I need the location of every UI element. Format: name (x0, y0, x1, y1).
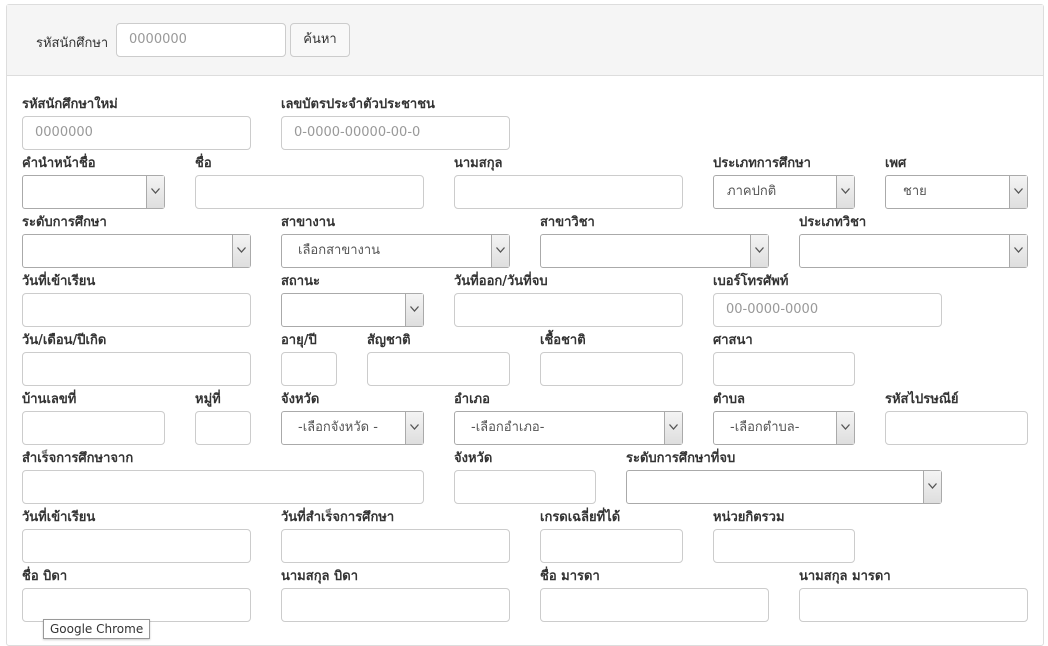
status-label: สถานะ (281, 274, 320, 289)
nationality-input[interactable] (367, 352, 510, 386)
major-label: สาขาวิชา (540, 215, 595, 230)
leave-date-input[interactable] (454, 293, 683, 327)
search-button[interactable]: ค้นหา (290, 23, 350, 57)
religion-label: ศาสนา (713, 333, 753, 348)
prefix-select[interactable] (22, 175, 165, 209)
province-label: จังหวัด (281, 392, 320, 407)
birth-date-input[interactable] (22, 352, 251, 386)
father-last-name-label: นามสกุล บิดา (281, 569, 359, 584)
grad-level-label: ระดับการศึกษาที่จบ (626, 451, 736, 466)
department-select[interactable]: เลือกสาขางาน (281, 234, 510, 268)
grad-level-select[interactable] (626, 470, 942, 504)
chevron-down-icon (232, 235, 250, 267)
citizen-id-label: เลขบัตรประจำตัวประชาชน (281, 97, 435, 112)
phone-label: เบอร์โทรศัพท์ (713, 274, 789, 289)
chevron-down-icon (836, 176, 854, 208)
gpa-input[interactable] (540, 529, 683, 563)
enroll-date-2-label: วันที่เข้าเรียน (22, 510, 96, 525)
total-credits-label: หน่วยกิตรวม (713, 510, 785, 525)
chevron-down-icon (146, 176, 164, 208)
enroll-date-input[interactable] (22, 293, 251, 327)
mother-name-label: ชื่อ มารดา (540, 569, 600, 584)
district-select[interactable]: -เลือกอำเภอ- (454, 411, 683, 445)
village-no-label: หมู่ที่ (195, 392, 221, 407)
education-level-label: ระดับการศึกษา (22, 215, 107, 230)
gender-label: เพศ (885, 156, 907, 171)
chevron-down-icon (405, 294, 423, 326)
last-name-input[interactable] (454, 175, 683, 209)
father-last-name-input[interactable] (281, 588, 510, 622)
status-select[interactable] (281, 293, 424, 327)
mother-last-name-input[interactable] (799, 588, 1028, 622)
search-student-id-input[interactable]: 0000000 (116, 23, 286, 57)
study-type-select[interactable]: ภาคปกติ (713, 175, 855, 209)
mother-last-name-label: นามสกุล มารดา (799, 569, 891, 584)
phone-input[interactable]: 00-0000-0000 (713, 293, 942, 327)
chevron-down-icon (664, 412, 682, 444)
province-select[interactable]: -เลือกจังหวัด - (281, 411, 424, 445)
leave-date-label: วันที่ออก/วันที่จบ (454, 274, 548, 289)
department-label: สาขางาน (281, 215, 335, 230)
chevron-down-icon (750, 235, 768, 267)
subject-type-label: ประเภทวิชา (799, 215, 867, 230)
first-name-input[interactable] (195, 175, 424, 209)
graduated-from-label: สำเร็จการศึกษาจาก (22, 451, 134, 466)
chevron-down-icon (1009, 176, 1027, 208)
age-label: อายุ/ปี (281, 333, 317, 348)
religion-input[interactable] (713, 352, 855, 386)
student-id-new-input[interactable]: 0000000 (22, 116, 251, 150)
age-input[interactable] (281, 352, 337, 386)
enroll-date-label: วันที่เข้าเรียน (22, 274, 96, 289)
grad-date-label: วันที่สำเร็จการศึกษา (281, 510, 395, 525)
village-no-input[interactable] (195, 411, 251, 445)
grad-province-input[interactable] (454, 470, 596, 504)
last-name-label: นามสกุล (454, 156, 503, 171)
prefix-label: คำนำหน้าชื่อ (22, 156, 96, 171)
graduated-from-input[interactable] (22, 470, 424, 504)
house-no-label: บ้านเลขที่ (22, 392, 77, 407)
father-name-input[interactable] (22, 588, 251, 622)
ethnicity-label: เชื้อชาติ (540, 333, 586, 348)
citizen-id-input[interactable]: 0-0000-00000-00-0 (281, 116, 510, 150)
postal-code-label: รหัสไปรษณีย์ (885, 392, 959, 407)
district-label: อำเภอ (454, 392, 490, 407)
gpa-label: เกรดเฉลี่ยที่ได้ (540, 510, 621, 525)
chevron-down-icon (405, 412, 423, 444)
father-name-label: ชื่อ บิดา (22, 569, 68, 584)
mother-name-input[interactable] (540, 588, 769, 622)
subject-type-select[interactable] (799, 234, 1028, 268)
chevron-down-icon (836, 412, 854, 444)
total-credits-input[interactable] (713, 529, 855, 563)
enroll-date-2-input[interactable] (22, 529, 251, 563)
subdistrict-label: ตำบล (713, 392, 745, 407)
gender-select[interactable]: ชาย (885, 175, 1028, 209)
study-type-label: ประเภทการศึกษา (713, 156, 811, 171)
grad-province-label: จังหวัด (454, 451, 493, 466)
grad-date-input[interactable] (281, 529, 510, 563)
chevron-down-icon (491, 235, 509, 267)
student-id-new-label: รหัสนักศึกษาใหม่ (22, 97, 118, 112)
major-select[interactable] (540, 234, 769, 268)
subdistrict-select[interactable]: -เลือกตำบล- (713, 411, 855, 445)
first-name-label: ชื่อ (195, 156, 212, 171)
postal-code-input[interactable] (885, 411, 1028, 445)
education-level-select[interactable] (22, 234, 251, 268)
house-no-input[interactable] (22, 411, 165, 445)
nationality-label: สัญชาติ (367, 333, 411, 348)
browser-tooltip: Google Chrome (43, 619, 151, 639)
birth-date-label: วัน/เดือน/ปีเกิด (22, 333, 107, 348)
chevron-down-icon (1009, 235, 1027, 267)
ethnicity-input[interactable] (540, 352, 683, 386)
chevron-down-icon (923, 471, 941, 503)
search-label: รหัสนักศึกษา (36, 36, 109, 51)
